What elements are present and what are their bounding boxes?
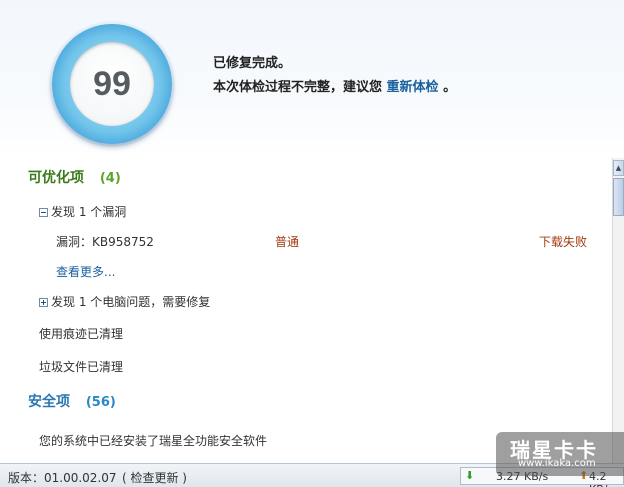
junk-cleaned-text: 垃圾文件已清理 — [39, 360, 124, 374]
vuln-item-status: 下载失败 — [539, 235, 588, 249]
watermark-logo: 瑞星卡卡 www.ikaka.com — [496, 432, 624, 476]
check-results-list: 可优化项 (4) 发现 1 个漏洞 漏洞：KB958752 普通 下载失败 查看… — [0, 158, 612, 463]
scroll-thumb[interactable] — [613, 178, 624, 216]
recheck-suggestion: 本次体检过程不完整，建议您 重新体检 。 — [213, 76, 456, 95]
security-section-header: 安全项 (56) — [28, 391, 116, 411]
health-score-dial: 99 — [70, 42, 154, 126]
collapse-icon[interactable] — [39, 208, 48, 217]
pc-problem-group-row[interactable]: 发现 1 个电脑问题，需要修复 — [39, 293, 210, 310]
vuln-item-level: 普通 — [275, 235, 300, 249]
recheck-link[interactable]: 重新体检 — [387, 80, 439, 95]
health-score: 99 — [93, 64, 131, 103]
watermark-url: www.ikaka.com — [518, 458, 596, 469]
vuln-group-row[interactable]: 发现 1 个漏洞 — [39, 203, 126, 220]
check-update-link[interactable]: ( 检查更新 ) — [122, 469, 187, 486]
expand-icon[interactable] — [39, 298, 48, 307]
traces-cleaned-text: 使用痕迹已清理 — [39, 327, 124, 341]
security-title: 安全项 — [28, 394, 70, 410]
health-score-ring: 99 — [52, 24, 172, 144]
version-label: 版本：01.00.02.07 — [8, 471, 117, 485]
pc-problem-group-label: 发现 1 个电脑问题，需要修复 — [51, 295, 211, 309]
repair-complete-text: 已修复完成。 — [213, 56, 292, 71]
scroll-up-arrow-icon[interactable]: ▲ — [613, 160, 624, 176]
optimizable-count: (4) — [99, 171, 121, 186]
view-more-link[interactable]: 查看更多... — [56, 263, 115, 280]
download-arrow-icon: ⬇ — [465, 469, 475, 482]
vuln-item-name: 漏洞：KB958752 — [56, 235, 154, 249]
security-installed-text: 您的系统中已经安装了瑞星全功能安全软件 — [39, 434, 268, 448]
vuln-group-label: 发现 1 个漏洞 — [51, 205, 127, 219]
optimizable-section-header: 可优化项 (4) — [28, 167, 121, 187]
vertical-scrollbar[interactable]: ▲ — [612, 158, 624, 463]
recheck-suggestion-prefix: 本次体检过程不完整，建议您 — [213, 80, 387, 95]
security-count: (56) — [85, 395, 116, 410]
optimizable-title: 可优化项 — [28, 170, 84, 186]
recheck-suggestion-suffix: 。 — [438, 80, 457, 95]
header-panel: 99 已修复完成。 本次体检过程不完整，建议您 重新体检 。 — [0, 0, 624, 158]
